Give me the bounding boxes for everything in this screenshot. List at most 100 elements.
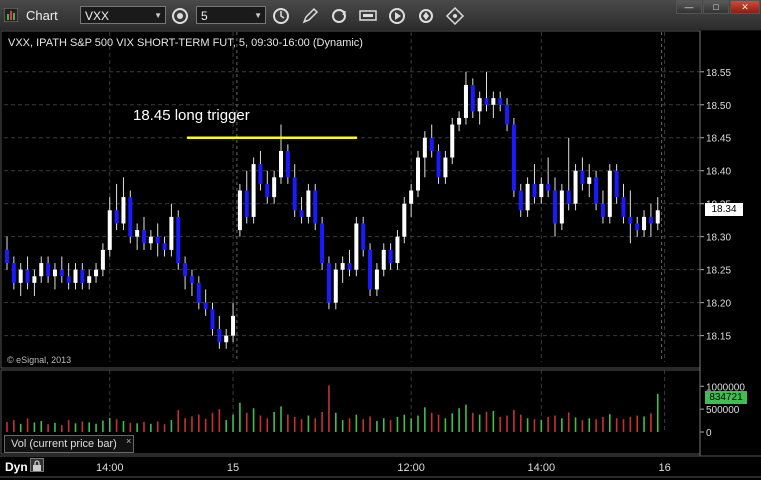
- title-bar: Chart VXX ▼ 5 ▼ — □ ✕: [0, 0, 761, 31]
- chevron-down-icon: ▼: [254, 11, 262, 20]
- close-icon[interactable]: ×: [126, 436, 131, 446]
- window-title: Chart: [26, 8, 58, 23]
- candle-body: [518, 190, 523, 211]
- candle-body: [354, 223, 359, 270]
- chart-window: Chart VXX ▼ 5 ▼ — □ ✕ 18.55 18.50 18.45 …: [0, 0, 761, 480]
- chevron-down-icon: ▼: [154, 11, 162, 20]
- volume-study-label[interactable]: Vol (current price bar): [4, 435, 134, 453]
- price-tick-label: 18.50: [706, 101, 731, 112]
- candle-body: [292, 177, 297, 211]
- close-button[interactable]: ✕: [730, 0, 760, 14]
- refresh-time-icon[interactable]: [271, 6, 291, 26]
- trigger-annotation: 18.45 long trigger: [133, 107, 250, 124]
- candle-body: [39, 263, 44, 277]
- volume-tick-label: 0: [706, 428, 712, 439]
- candle-body: [32, 276, 37, 283]
- candle-body: [244, 190, 249, 217]
- draw-pencil-icon[interactable]: [300, 6, 320, 26]
- symbol-combobox[interactable]: VXX ▼: [80, 6, 166, 24]
- copyright-text: © eSignal, 2013: [7, 355, 72, 365]
- candle-body: [607, 170, 612, 217]
- current-price-tag: 18.34: [705, 203, 743, 216]
- candle-body: [155, 236, 160, 244]
- candle-body: [470, 84, 475, 112]
- candle-body: [587, 177, 592, 184]
- candle-body: [237, 190, 242, 231]
- quote-icon[interactable]: [358, 6, 378, 26]
- candle-body: [169, 216, 174, 250]
- candle-body: [621, 197, 626, 217]
- candle-body: [511, 124, 516, 191]
- candle-body: [347, 263, 352, 270]
- play-icon[interactable]: [387, 6, 407, 26]
- candle-body: [477, 98, 482, 112]
- candle-body: [340, 263, 345, 270]
- candle-body: [258, 164, 263, 184]
- candle-body: [594, 177, 599, 204]
- candle-body: [566, 190, 571, 204]
- candle-body: [532, 183, 537, 198]
- candle-body: [525, 183, 530, 211]
- candle-body: [333, 269, 338, 303]
- candle-body: [559, 190, 564, 224]
- candle-body: [203, 302, 208, 310]
- chart-area[interactable]: 18.5518.5018.4518.4018.3518.3018.2518.20…: [0, 30, 761, 478]
- candle-body: [46, 263, 51, 277]
- candle-body: [128, 197, 133, 237]
- time-tick-label: 16: [658, 462, 670, 474]
- candle-body: [100, 249, 105, 270]
- chart-header: VXX, IPATH S&P 500 VIX SHORT-TERM FUT, 5…: [8, 37, 363, 49]
- candle-body: [429, 137, 434, 151]
- candle-body: [52, 269, 57, 277]
- interval-value: 5: [201, 9, 208, 23]
- candle-body: [491, 98, 496, 105]
- price-axis: 18.5518.5018.4518.4018.3518.3018.2518.20…: [96, 68, 745, 474]
- candle-body: [505, 104, 510, 125]
- time-tick-label: 14:00: [528, 462, 556, 474]
- candle-body: [642, 216, 647, 231]
- candle-body: [210, 309, 215, 330]
- time-tick-label: 12:00: [397, 462, 425, 474]
- minimize-button[interactable]: —: [676, 0, 702, 14]
- candle-body: [416, 157, 420, 191]
- candle-body: [614, 170, 619, 198]
- candle-body: [648, 216, 653, 224]
- candlesticks: [5, 71, 660, 349]
- cycle-icon[interactable]: [329, 6, 349, 26]
- dynamic-mode-label[interactable]: Dyn: [5, 460, 28, 474]
- symbol-value: VXX: [85, 9, 110, 23]
- candle-body: [600, 203, 605, 217]
- price-tick-label: 18.20: [706, 299, 731, 310]
- interval-combobox[interactable]: 5 ▼: [196, 6, 266, 24]
- drag-icon[interactable]: [445, 6, 465, 26]
- maximize-button[interactable]: □: [703, 0, 729, 14]
- candle-body: [655, 210, 660, 224]
- candle-body: [313, 190, 318, 224]
- candle-body: [285, 150, 290, 178]
- candle-body: [361, 223, 366, 250]
- time-tick-label: 14:00: [96, 462, 124, 474]
- candle-body: [66, 276, 71, 283]
- candle-body: [436, 150, 441, 178]
- candle-body: [148, 236, 153, 244]
- candle-body: [409, 190, 414, 204]
- price-tick-label: 18.25: [706, 266, 731, 277]
- candle-body: [251, 164, 256, 217]
- candle-body: [272, 177, 277, 198]
- settings-icon[interactable]: [416, 6, 436, 26]
- candle-body: [395, 236, 400, 264]
- candle-body: [374, 269, 379, 290]
- symbol-link-icon[interactable]: [170, 6, 190, 26]
- candle-body: [422, 137, 427, 158]
- candle-body: [11, 263, 16, 283]
- candle-body: [59, 269, 64, 277]
- candle-body: [580, 170, 585, 184]
- candle-body: [196, 282, 201, 303]
- candle-body: [299, 210, 304, 217]
- candle-body: [162, 243, 167, 250]
- candle-body: [183, 263, 188, 277]
- candle-body: [635, 223, 640, 231]
- lock-icon[interactable]: [30, 458, 44, 472]
- candle-body: [5, 249, 9, 264]
- candle-body: [484, 98, 489, 105]
